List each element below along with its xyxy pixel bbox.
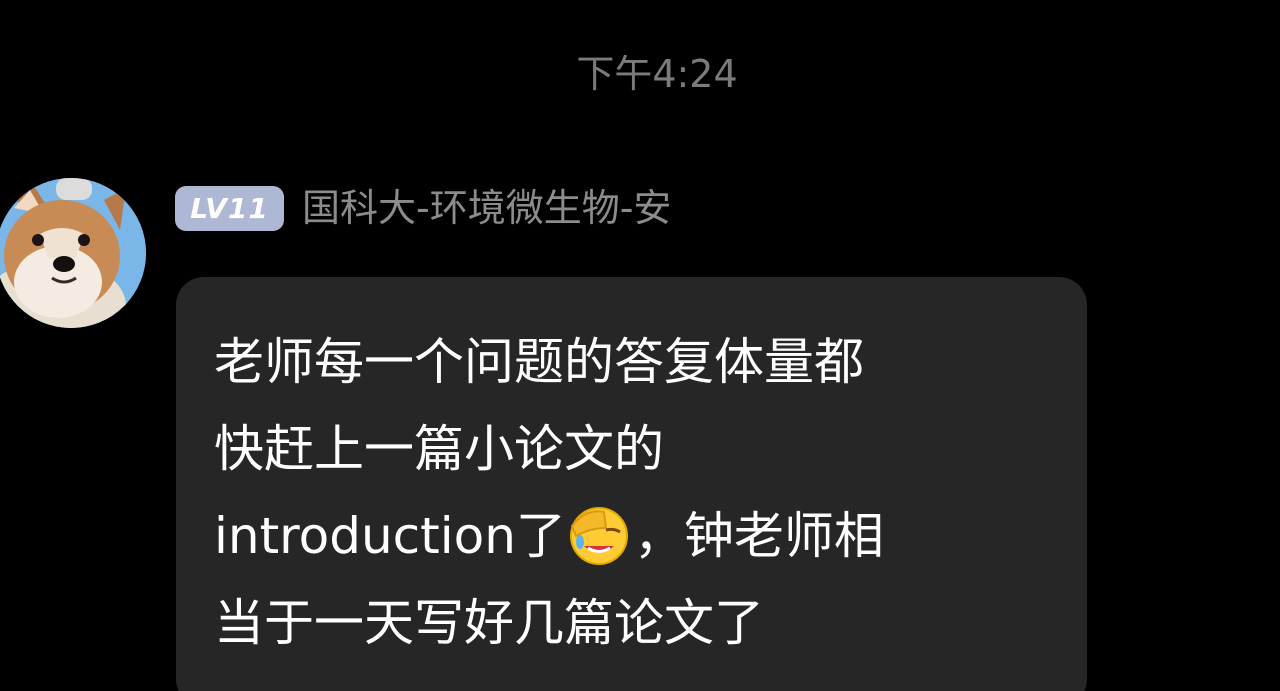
message-text-line-4: 当于一天写好几篇论文了 — [214, 594, 764, 652]
user-level-badge: LV11 — [175, 186, 284, 231]
message-bubble[interactable]: 老师每一个问题的答复体量都 快赶上一篇小论文的 introduction了 ，钟… — [176, 277, 1087, 691]
chat-screen: 下午4:24 LV11 国科大-环境微生物-安 老师每一个问题的答复体量都 快赶… — [0, 0, 1280, 691]
shiba-inu-dog-avatar-icon — [0, 178, 146, 328]
sender-avatar[interactable] — [0, 178, 146, 328]
sender-name[interactable]: 国科大-环境微生物-安 — [302, 184, 671, 232]
facepalm-laughing-emoji-icon — [569, 506, 628, 565]
message-text-line-2: 快赶上一篇小论文的 — [214, 420, 664, 478]
message-text-segment: ，钟老师相 — [633, 507, 884, 565]
message-text-line-3: introduction了 ，钟老师相 — [214, 493, 1057, 580]
message-timestamp: 下午4:24 — [576, 52, 738, 96]
message-text-line-1: 老师每一个问题的答复体量都 — [214, 333, 864, 391]
message-text-segment: introduction了 — [214, 507, 566, 565]
